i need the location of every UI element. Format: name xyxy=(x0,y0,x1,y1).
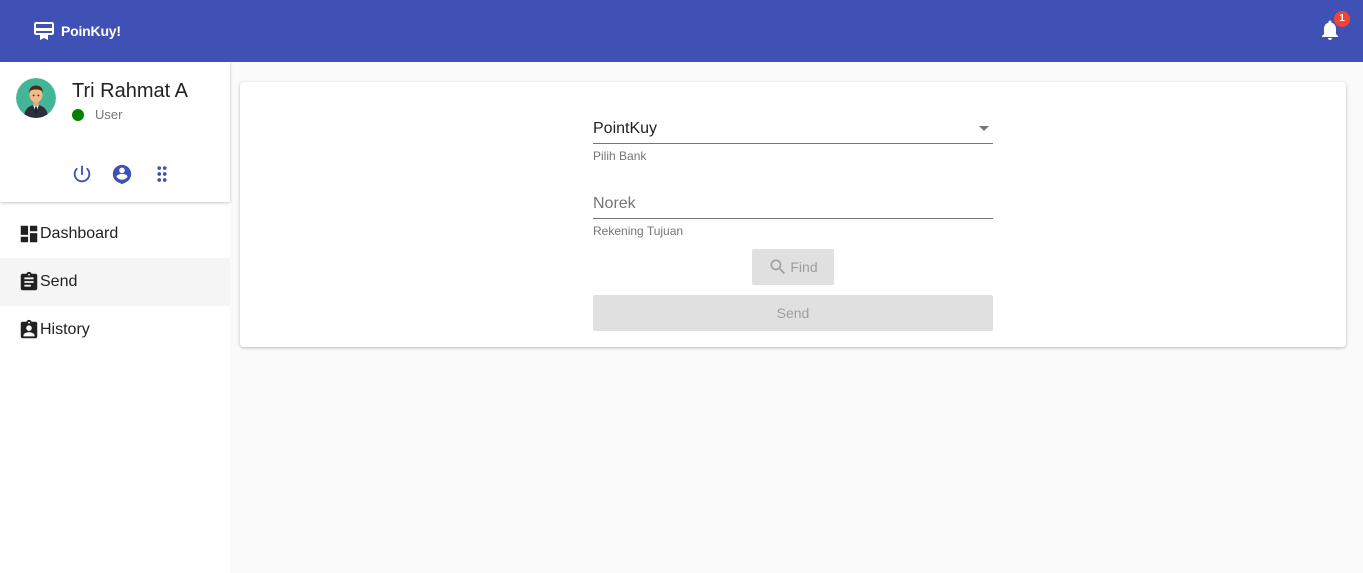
user-status: User xyxy=(72,107,122,122)
find-button-label: Find xyxy=(790,259,818,275)
profile-actions xyxy=(62,162,182,186)
dropdown-arrow-icon xyxy=(979,126,989,131)
status-dot xyxy=(72,108,84,121)
sidebar-item-label: Send xyxy=(40,273,78,290)
sidebar-item-dashboard[interactable]: Dashboard xyxy=(0,210,230,258)
account-number-helper: Rekening Tujuan xyxy=(593,224,684,238)
notification-badge: 1 xyxy=(1334,11,1350,27)
sidebar-item-label: Dashboard xyxy=(40,225,119,242)
account-button[interactable] xyxy=(102,162,142,186)
brand[interactable]: PoinKuy! xyxy=(32,19,121,43)
sidebar-item-history[interactable]: History xyxy=(0,306,230,354)
apps-grid-icon xyxy=(157,166,167,182)
account-number-line xyxy=(593,189,993,219)
bank-select-value: PointKuy xyxy=(593,119,658,137)
find-button[interactable]: Find xyxy=(752,249,834,285)
sidebar-nav: Dashboard Send History xyxy=(0,210,230,354)
sidebar: Tri Rahmat A User Dashboard Send History xyxy=(0,62,230,573)
account-pin-icon xyxy=(112,164,132,185)
brand-name: PoinKuy! xyxy=(61,23,121,39)
bank-select-field: PointKuy Pilih Bank xyxy=(593,114,993,163)
search-icon xyxy=(770,259,786,275)
avatar[interactable] xyxy=(16,78,56,118)
bank-select[interactable]: PointKuy xyxy=(593,114,993,144)
logout-button[interactable] xyxy=(62,162,102,186)
assignment-ind-icon xyxy=(20,319,38,339)
assignment-icon xyxy=(20,271,38,291)
user-name: Tri Rahmat A xyxy=(72,80,188,102)
card-giftcard-icon xyxy=(34,22,54,40)
apps-button[interactable] xyxy=(142,162,182,186)
send-button-label: Send xyxy=(776,305,810,321)
sidebar-item-send[interactable]: Send xyxy=(0,258,230,306)
sidebar-item-label: History xyxy=(40,321,90,338)
app-bar: PoinKuy! 1 xyxy=(0,0,1363,62)
profile-card: Tri Rahmat A User xyxy=(0,62,230,202)
power-icon xyxy=(73,165,91,183)
dashboard-icon xyxy=(20,225,38,243)
bank-select-helper: Pilih Bank xyxy=(593,149,647,163)
account-number-field: Rekening Tujuan xyxy=(593,189,993,238)
send-button[interactable]: Send xyxy=(593,295,993,331)
user-role: User xyxy=(95,107,123,122)
send-form-card: PointKuy Pilih Bank Rekening Tujuan Find… xyxy=(240,82,1346,347)
account-number-input[interactable] xyxy=(593,194,993,213)
